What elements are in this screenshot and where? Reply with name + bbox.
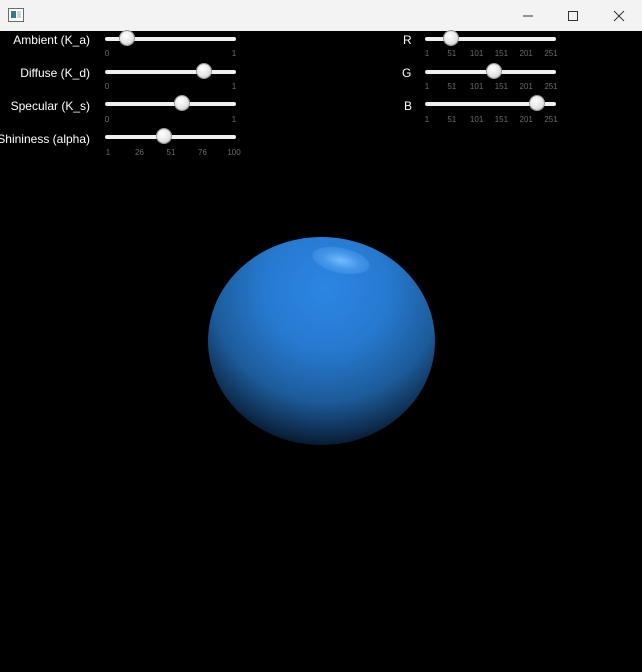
tick-label: 0 [104,115,110,124]
blue-label: B [404,99,413,113]
red-label: R [403,33,412,47]
tick-label: 151 [494,82,509,91]
tick-label: 251 [544,115,558,124]
tick-label: 51 [166,148,176,157]
slider-thumb[interactable] [157,129,172,143]
close-button[interactable] [596,0,642,31]
maximize-button[interactable] [550,0,596,31]
diffuse-ticks: 01 [104,82,237,92]
green-label: G [402,66,412,80]
ambient-slider[interactable] [105,31,236,45]
slider-thumb[interactable] [119,31,134,45]
shininess-label: Shininess (alpha) [0,132,90,146]
tick-label: 51 [447,82,457,91]
tick-label: 51 [447,115,457,124]
tick-label: 201 [519,115,533,124]
ambient-label: Ambient (K_a) [13,33,90,47]
tick-label: 100 [227,148,241,157]
red-slider[interactable] [425,31,556,45]
tick-label: 26 [135,148,144,157]
tick-label: 101 [469,115,484,124]
close-icon [613,10,625,21]
specular-slider[interactable] [105,96,236,110]
tick-label: 1 [424,82,430,91]
minimize-icon [523,15,533,16]
tick-label: 201 [519,82,533,91]
rendered-sphere [208,237,435,445]
tick-label: 251 [544,49,558,58]
minimize-button[interactable] [505,0,551,31]
slider-thumb[interactable] [487,64,502,78]
specular-label: Specular (K_s) [10,99,90,113]
tick-label: 1 [424,115,430,124]
diffuse-slider[interactable] [105,64,236,78]
tick-label: 201 [519,49,533,58]
maximize-icon [568,10,578,21]
shininess-slider[interactable] [105,129,236,143]
tick-label: 1 [231,82,237,91]
blue-slider[interactable] [425,96,556,110]
tick-label: 1 [231,49,237,58]
tick-label: 1 [231,115,237,124]
slider-track [105,102,236,106]
title-bar [0,0,642,31]
tick-label: 76 [198,148,207,157]
specular-ticks: 01 [104,115,237,125]
green-slider[interactable] [425,64,556,78]
tick-label: 1 [105,148,111,157]
tick-label: 251 [544,82,558,91]
tick-label: 151 [494,115,509,124]
ambient-ticks: 01 [104,49,237,59]
tick-label: 0 [104,49,110,58]
tick-label: 101 [469,49,484,58]
green-ticks: 1 51 101 151 201 251 [424,82,558,92]
tick-label: 0 [104,82,110,91]
tick-label: 51 [447,49,457,58]
tick-label: 1 [424,49,430,58]
tick-label: 151 [494,49,509,58]
slider-thumb[interactable] [196,64,211,78]
slider-track [105,70,236,74]
slider-thumb[interactable] [444,31,459,45]
diffuse-label: Diffuse (K_d) [20,66,90,80]
specular-highlight [310,242,372,279]
slider-thumb[interactable] [530,96,545,110]
red-ticks: 1 51 101 151 201 251 [424,49,558,59]
slider-thumb[interactable] [175,96,189,110]
shininess-ticks: 1 26 51 76 100 [105,148,241,158]
tick-label: 101 [469,82,484,91]
app-window-icon [8,8,24,22]
blue-ticks: 1 51 101 151 201 251 [424,115,558,125]
app-window: Ambient (K_a) 01 Diffuse (K_d) 01 Specul… [0,0,642,672]
